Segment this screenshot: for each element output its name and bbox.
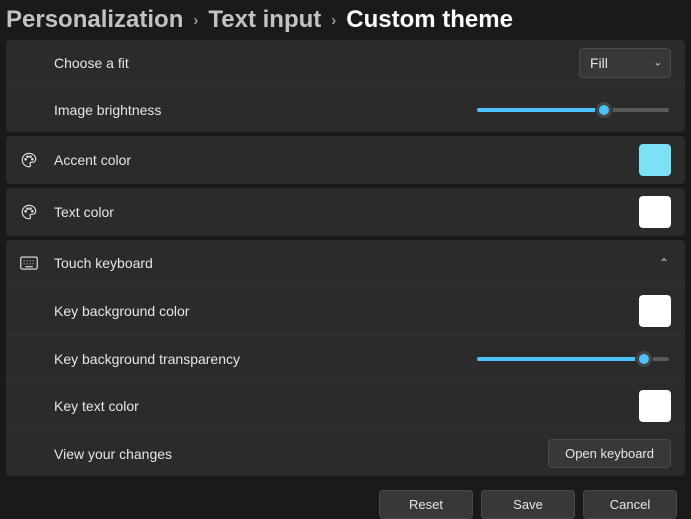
key-background-color-swatch[interactable] — [639, 295, 671, 327]
touch-keyboard-label: Touch keyboard — [54, 255, 153, 271]
palette-icon — [20, 151, 48, 169]
chevron-up-icon[interactable]: ⌃ — [657, 252, 671, 274]
card-touch-keyboard: Touch keyboard ⌃ Key background color Ke… — [6, 240, 685, 476]
row-choose-fit: Choose a fit Fill ⌄ — [6, 40, 685, 86]
row-key-text-color: Key text color — [6, 381, 685, 430]
text-color-swatch[interactable] — [639, 196, 671, 228]
slider-fill — [477, 357, 644, 361]
save-button[interactable]: Save — [481, 490, 575, 519]
row-view-changes: View your changes Open keyboard — [6, 430, 685, 476]
card-text-color[interactable]: Text color — [6, 188, 685, 236]
key-background-transparency-slider[interactable] — [477, 349, 669, 369]
key-text-color-label: Key text color — [54, 398, 139, 414]
view-changes-label: View your changes — [54, 446, 172, 462]
slider-thumb[interactable] — [596, 102, 612, 118]
key-text-color-swatch[interactable] — [639, 390, 671, 422]
breadcrumb-custom-theme: Custom theme — [346, 6, 513, 34]
fit-select-value: Fill — [590, 55, 608, 71]
accent-color-swatch[interactable] — [639, 144, 671, 176]
row-key-background-color: Key background color — [6, 286, 685, 335]
breadcrumb: Personalization › Text input › Custom th… — [0, 0, 691, 40]
image-brightness-label: Image brightness — [54, 102, 161, 118]
keyboard-icon — [20, 256, 48, 270]
slider-fill — [477, 108, 604, 112]
row-accent-color: Accent color — [6, 136, 685, 184]
row-text-color: Text color — [6, 188, 685, 236]
key-background-color-label: Key background color — [54, 303, 189, 319]
chevron-down-icon: ⌄ — [654, 58, 662, 69]
open-keyboard-button[interactable]: Open keyboard — [548, 439, 671, 468]
fit-select[interactable]: Fill ⌄ — [579, 48, 671, 78]
card-accent-color[interactable]: Accent color — [6, 136, 685, 184]
card-image-settings: Choose a fit Fill ⌄ Image brightness — [6, 40, 685, 132]
palette-icon — [20, 203, 48, 221]
chevron-right-icon: › — [331, 12, 336, 29]
slider-thumb[interactable] — [636, 351, 652, 367]
row-image-brightness: Image brightness — [6, 86, 685, 132]
image-brightness-slider[interactable] — [477, 100, 669, 120]
accent-color-label: Accent color — [54, 152, 131, 168]
row-key-background-transparency: Key background transparency — [6, 335, 685, 381]
text-color-label: Text color — [54, 204, 114, 220]
cancel-button[interactable]: Cancel — [583, 490, 677, 519]
breadcrumb-personalization[interactable]: Personalization — [6, 6, 183, 34]
reset-button[interactable]: Reset — [379, 490, 473, 519]
chevron-right-icon: › — [193, 12, 198, 29]
key-background-transparency-label: Key background transparency — [54, 351, 240, 367]
breadcrumb-text-input[interactable]: Text input — [208, 6, 321, 34]
row-touch-keyboard-header[interactable]: Touch keyboard ⌃ — [6, 240, 685, 286]
choose-fit-label: Choose a fit — [54, 55, 129, 71]
